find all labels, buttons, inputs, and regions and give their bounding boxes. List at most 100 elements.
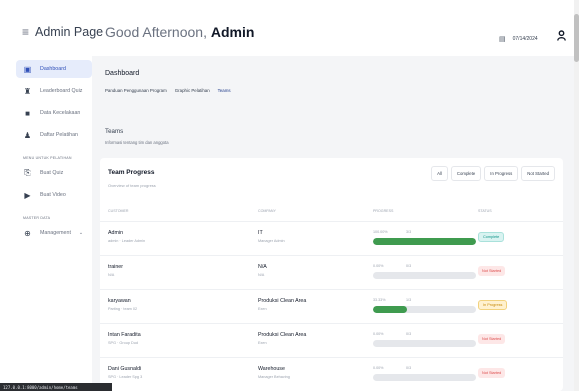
tab-panduan[interactable]: Panduan Penggunaan Program	[105, 88, 167, 93]
document-icon: ■	[25, 108, 30, 118]
member-company: Produksi Clean Area	[258, 298, 307, 304]
column-company: Company	[258, 209, 276, 213]
sidebar-item-management[interactable]: ⊕ Management ⌄	[16, 224, 92, 242]
progress-bar-fill	[373, 238, 476, 245]
member-name: Dani Gusnaldi	[108, 366, 142, 372]
greeting-prefix: Good Afternoon,	[105, 24, 207, 40]
sidebar-item-label: Daftar Pelatihan	[40, 132, 78, 138]
column-status: Status	[478, 209, 492, 213]
section-description: Informasi tentang tim dan anggota	[105, 140, 169, 145]
filter-all-button[interactable]: All	[431, 166, 448, 181]
filter-complete-button[interactable]: Complete	[450, 166, 482, 181]
member-company: Produksi Clean Area	[258, 332, 307, 338]
brand-title: Admin Page	[35, 25, 104, 39]
date-value: 07/14/2024	[512, 36, 538, 42]
greeting: Good Afternoon, Admin	[105, 24, 254, 40]
status-badge: Not Started	[478, 368, 506, 378]
dashboard-icon: ▣	[23, 64, 32, 74]
page-title: Dashboard	[105, 70, 140, 77]
member-role: admin · Leader Admin	[108, 239, 146, 243]
status-badge: Not Started	[478, 266, 506, 276]
progress-bar	[373, 238, 476, 245]
sidebar-item-data-kecelakaan[interactable]: ■ Data Kecelakaan	[16, 104, 92, 122]
sub-navigation: Panduan Penggunaan Program Graphic Pelat…	[105, 88, 231, 93]
progress-percent: 0.00%	[373, 332, 384, 336]
sidebar-section-master: Master Data	[23, 216, 51, 220]
member-name: Admin	[108, 230, 124, 236]
sidebar-item-label: Management	[40, 230, 71, 236]
progress-bar	[373, 374, 476, 381]
sidebar-item-buat-video[interactable]: ▶ Buat Video	[16, 186, 92, 204]
progress-count: 1/3	[406, 298, 412, 302]
sidebar-item-label: Buat Quiz	[40, 170, 64, 176]
hamburger-menu-icon[interactable]: ≡	[22, 25, 29, 39]
sidebar-item-label: Buat Video	[40, 192, 66, 198]
video-icon: ▶	[24, 190, 31, 200]
progress-bar	[373, 272, 476, 279]
date-picker[interactable]: ▤ 07/14/2024	[495, 31, 551, 47]
management-icon: ⊕	[24, 228, 31, 238]
member-name: trainer	[108, 264, 124, 270]
table-row: Dani Gusnaldi SPG · Leader Spg 3 Warehouse…	[100, 357, 563, 388]
table-row: karyawan Parting · team 02 Produksi Clean …	[100, 289, 563, 320]
sidebar-item-label: Data Kecelakaan	[40, 110, 81, 116]
member-company: N/A	[258, 264, 267, 270]
member-company-sub: Exen	[258, 307, 267, 311]
member-company-sub: Manager Behaving	[258, 375, 290, 379]
sidebar-item-label: Dashboard	[40, 66, 66, 72]
progress-percent: 0.00%	[373, 264, 384, 268]
filter-in-progress-button[interactable]: In Progress	[484, 166, 519, 181]
progress-count: 0/3	[406, 264, 412, 268]
member-company-sub: N/A	[258, 273, 265, 277]
trophy-icon: ♜	[23, 86, 32, 96]
status-url: 127.0.0.1:8000/admin/home/teams	[0, 383, 112, 391]
status-badge: Complete	[478, 232, 505, 242]
top-bar: ≡ Admin Page Good Afternoon, Admin ▤ 07/…	[0, 12, 579, 56]
card-title: Team Progress	[108, 169, 155, 176]
tab-graphic-pelatihan[interactable]: Graphic Pelatihan	[175, 88, 210, 93]
member-name: Intan Faradita	[108, 332, 141, 338]
sidebar-item-buat-quiz[interactable]: ⎘ Buat Quiz	[16, 164, 92, 182]
sidebar-item-leaderboard[interactable]: ♜ Leaderboard Quiz	[16, 82, 92, 100]
filter-group: All Complete In Progress Not Started	[431, 166, 555, 181]
training-icon: ♟	[23, 130, 32, 140]
status-badge: In Progress	[478, 300, 508, 310]
filter-not-started-button[interactable]: Not Started	[521, 166, 555, 181]
scrollbar[interactable]	[574, 0, 579, 391]
brand: ≡ Admin Page	[22, 25, 103, 39]
table-row: Admin admin · Leader Admin IT Manager Admin…	[100, 221, 563, 252]
member-role: SPG · Leader Spg 3	[108, 375, 143, 379]
member-role: Parting · team 02	[108, 307, 138, 311]
tab-teams[interactable]: Teams	[218, 88, 231, 93]
progress-percent: 100.00%	[373, 230, 388, 234]
sidebar-item-daftar-pelatihan[interactable]: ♟ Daftar Pelatihan	[16, 126, 92, 144]
member-company: IT	[258, 230, 263, 236]
progress-count: 0/3	[406, 366, 412, 370]
sidebar-item-dashboard[interactable]: ▣ Dashboard	[16, 60, 92, 78]
status-badge: Not Started	[478, 334, 506, 344]
table-row: trainer N/A N/A N/A 0.00% 0/3 Not Started	[100, 255, 563, 286]
progress-bar	[373, 306, 476, 313]
user-account-icon[interactable]	[557, 30, 566, 44]
column-progress: Progress	[373, 209, 394, 213]
member-role: SPG · Group Dud	[108, 341, 138, 345]
sidebar: ▣ Dashboard ♜ Leaderboard Quiz ■ Data Ke…	[16, 60, 92, 242]
progress-count: 3/3	[406, 230, 412, 234]
quiz-icon: ⎘	[24, 168, 31, 177]
sidebar-section-training: Menu untuk pelatihan	[23, 156, 72, 160]
progress-count: 0/3	[406, 332, 412, 336]
member-company: Warehouse	[258, 366, 285, 372]
sidebar-item-label: Leaderboard Quiz	[40, 88, 83, 94]
greeting-user: Admin	[210, 24, 255, 40]
calendar-icon: ▤	[499, 36, 506, 43]
column-customer: Customer	[108, 209, 129, 213]
member-name: karyawan	[108, 298, 131, 304]
scrollbar-thumb[interactable]	[574, 14, 579, 62]
progress-percent: 33.33%	[373, 298, 386, 302]
member-role: N/A	[108, 273, 115, 277]
member-company-sub: Exen	[258, 341, 267, 345]
progress-percent: 0.00%	[373, 366, 384, 370]
card-subtitle: Overview of team progress	[108, 183, 156, 188]
main-content: Dashboard Panduan Penggunaan Program Gra…	[92, 56, 579, 391]
table-row: Intan Faradita SPG · Group Dud Produksi Cl…	[100, 323, 563, 354]
